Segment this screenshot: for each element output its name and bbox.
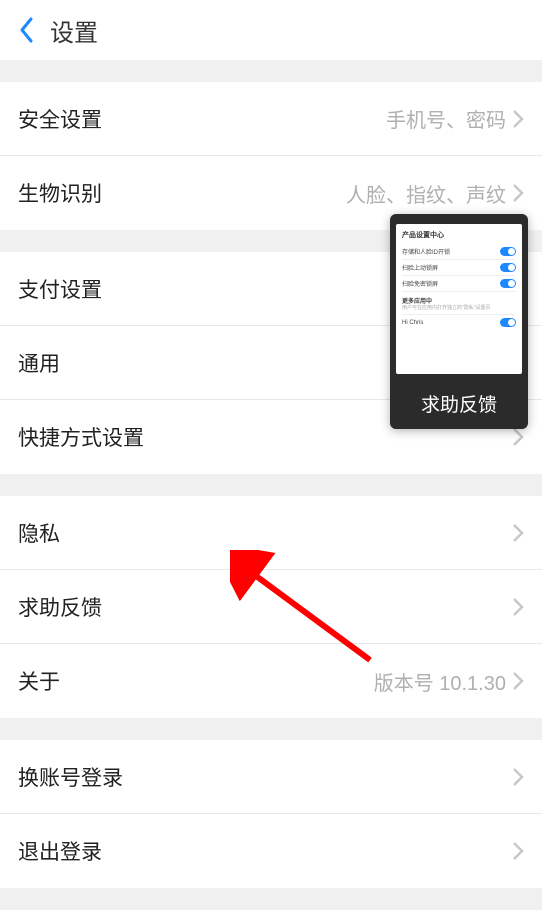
chevron-right-icon bbox=[512, 523, 524, 543]
floating-preview: 产品设置中心 存储和人脸ID开锁 扫脸上动锁屏 扫脸免密锁屏 更多应用中 用户可… bbox=[396, 224, 522, 374]
toggle-icon bbox=[500, 279, 516, 288]
chevron-right-icon bbox=[512, 183, 524, 203]
floating-card-label: 求助反馈 bbox=[390, 380, 528, 429]
row-privacy[interactable]: 隐私 bbox=[0, 496, 542, 570]
chevron-right-icon bbox=[512, 671, 524, 691]
chevron-left-icon bbox=[18, 16, 36, 44]
row-label: 退出登录 bbox=[18, 836, 102, 866]
header: 设置 bbox=[0, 0, 542, 60]
chevron-right-icon bbox=[512, 427, 524, 447]
chevron-right-icon bbox=[512, 597, 524, 617]
row-label: 通用 bbox=[18, 348, 60, 378]
chevron-right-icon bbox=[512, 109, 524, 129]
row-note: 人脸、指纹、声纹 bbox=[346, 179, 506, 208]
row-label: 求助反馈 bbox=[18, 592, 102, 622]
section-gap bbox=[0, 718, 542, 740]
section-gap bbox=[0, 60, 542, 82]
row-note: 手机号、密码 bbox=[386, 104, 506, 133]
back-button[interactable] bbox=[12, 10, 42, 50]
row-switch-account[interactable]: 换账号登录 bbox=[0, 740, 542, 814]
row-label: 安全设置 bbox=[18, 104, 102, 134]
section-gap bbox=[0, 474, 542, 496]
row-label: 换账号登录 bbox=[18, 762, 123, 792]
row-logout[interactable]: 退出登录 bbox=[0, 814, 542, 888]
row-about[interactable]: 关于 版本号 10.1.30 bbox=[0, 644, 542, 718]
settings-group-1: 安全设置 手机号、密码 生物识别 人脸、指纹、声纹 bbox=[0, 82, 542, 230]
chevron-right-icon bbox=[512, 767, 524, 787]
row-label: 关于 bbox=[18, 666, 60, 696]
toggle-icon bbox=[500, 318, 516, 327]
row-label: 快捷方式设置 bbox=[18, 422, 144, 452]
row-security-settings[interactable]: 安全设置 手机号、密码 bbox=[0, 82, 542, 156]
preview-title: 产品设置中心 bbox=[402, 230, 516, 240]
row-help-feedback[interactable]: 求助反馈 bbox=[0, 570, 542, 644]
settings-group-3: 隐私 求助反馈 关于 版本号 10.1.30 bbox=[0, 496, 542, 718]
settings-group-4: 换账号登录 退出登录 bbox=[0, 740, 542, 888]
row-label: 生物识别 bbox=[18, 178, 102, 208]
toggle-icon bbox=[500, 247, 516, 256]
row-label: 支付设置 bbox=[18, 274, 102, 304]
floating-help-card[interactable]: 产品设置中心 存储和人脸ID开锁 扫脸上动锁屏 扫脸免密锁屏 更多应用中 用户可… bbox=[390, 214, 528, 429]
page-title: 设置 bbox=[50, 13, 98, 48]
row-note: 版本号 10.1.30 bbox=[374, 667, 506, 696]
toggle-icon bbox=[500, 263, 516, 272]
chevron-right-icon bbox=[512, 841, 524, 861]
row-label: 隐私 bbox=[18, 518, 60, 548]
